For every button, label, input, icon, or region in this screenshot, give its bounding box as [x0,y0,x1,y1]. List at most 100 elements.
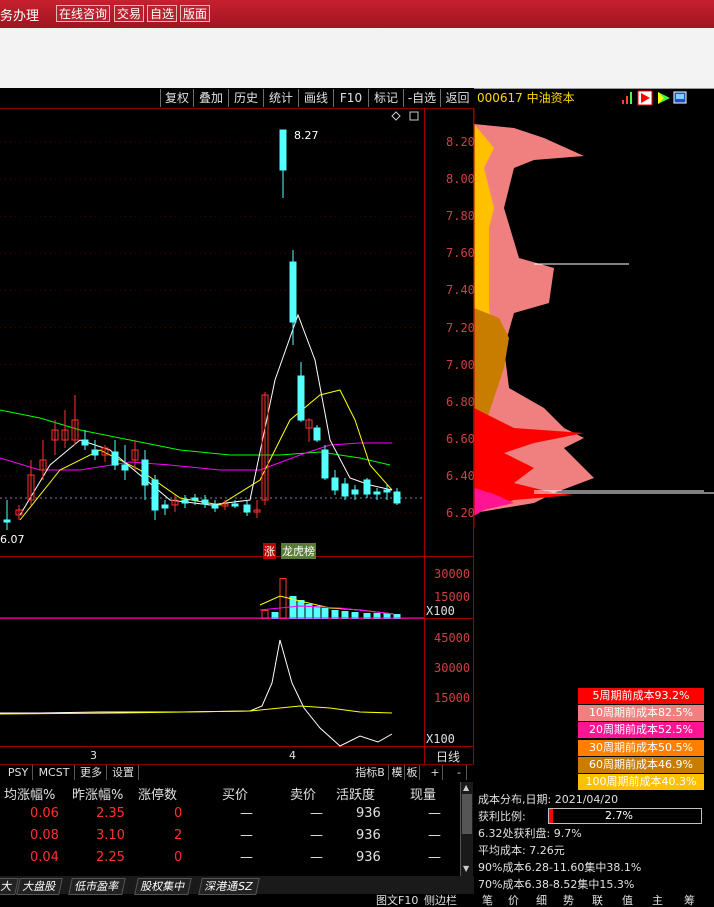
candle[interactable] [289,250,297,345]
candle[interactable] [261,392,269,505]
column-header[interactable]: 活跃度 [336,784,375,803]
candle[interactable] [201,495,209,508]
trade-button[interactable]: 交易 [114,5,145,22]
template-button[interactable]: 模 [390,765,405,780]
diamond-icon[interactable] [391,111,401,121]
tool-f10[interactable]: F10 [333,89,368,107]
column-header[interactable]: 昨涨幅% [72,784,123,803]
tab-more[interactable]: 更多 [76,765,107,780]
candle[interactable] [321,445,329,480]
limit-up-tag[interactable]: 涨 [263,543,276,559]
cost-legend-item[interactable]: 20周期前成本52.5% [578,722,704,739]
candle[interactable] [313,425,321,442]
scroll-up-icon[interactable]: ▲ [463,783,469,792]
arrow-icon[interactable] [658,92,670,104]
side-tab[interactable]: 价 [508,895,519,906]
candle[interactable] [331,470,339,495]
candle[interactable] [351,485,359,500]
column-header[interactable]: 均涨幅% [4,784,55,803]
cost-legend-item[interactable]: 60周期前成本46.9% [578,756,704,773]
volume-bar[interactable] [313,606,321,619]
tool-history[interactable]: 历史 [228,89,263,107]
cost-distribution-chart[interactable] [474,108,714,528]
volume-bar[interactable] [341,611,349,619]
cost-legend-item[interactable]: 5周期前成本93.2% [578,688,704,704]
side-tab[interactable]: 细 [536,895,547,906]
candle[interactable] [151,475,159,520]
side-tab[interactable]: 筹 [684,895,695,906]
tool-remove-watch[interactable]: -自选 [403,89,440,107]
candle[interactable] [373,488,381,500]
scrollbar-thumb[interactable] [462,794,472,834]
screen-icon[interactable] [673,91,687,104]
kline-chart[interactable] [0,108,474,764]
side-tab[interactable]: 侧边栏 [424,895,457,906]
square-icon[interactable] [409,111,419,121]
cost-legend-item[interactable]: 100周期前成本40.3% [578,774,704,790]
period-label[interactable]: 日线 [436,748,460,765]
column-header[interactable]: 现量 [410,784,436,803]
layout-button[interactable]: 版面 [180,5,211,22]
tab-settings[interactable]: 设置 [108,765,139,780]
side-tab[interactable]: 图文F10 [376,895,418,906]
candle[interactable] [341,478,349,500]
candle[interactable] [305,418,313,442]
candle[interactable] [131,440,139,470]
watchlist-button[interactable]: 自选 [147,5,178,22]
candle[interactable] [71,395,79,445]
candle[interactable] [243,500,251,516]
candle[interactable] [211,500,219,512]
candle[interactable] [141,450,149,500]
candle[interactable] [161,500,169,515]
dragon-tiger-tag[interactable]: 龙虎榜 [281,543,316,559]
candle[interactable] [111,440,119,470]
volume-bar[interactable] [261,610,269,619]
tool-overlay[interactable]: 叠加 [193,89,228,107]
column-header[interactable]: 买价 [222,784,248,803]
side-tab[interactable]: 值 [622,895,633,906]
indicator-b-button[interactable]: 指标B [352,765,389,780]
candle[interactable] [3,500,11,530]
side-tab[interactable]: 势 [563,895,574,906]
sector-tab[interactable]: 低市盈率 [68,878,126,895]
column-header[interactable]: 涨停数 [138,784,177,803]
zoom-in-button[interactable]: + [428,765,443,780]
candle[interactable] [51,420,59,455]
side-tab[interactable]: 笔 [482,895,493,906]
sector-tab[interactable]: 深港通SZ [198,878,260,895]
table-scrollbar[interactable]: ▲ ▼ [460,782,473,876]
cost-legend-item[interactable]: 10周期前成本82.5% [578,705,704,722]
side-tab[interactable]: 联 [592,895,603,906]
scroll-down-icon[interactable]: ▼ [463,864,469,873]
candle[interactable] [91,440,99,460]
sector-tab[interactable]: 大盘股 [16,878,63,895]
sector-tab[interactable]: 股权集中 [134,878,192,895]
column-header[interactable]: 卖价 [290,784,316,803]
candle[interactable] [279,129,287,198]
candle[interactable] [81,430,89,450]
signal-icon[interactable] [622,92,632,104]
candle[interactable] [393,488,401,505]
candle[interactable] [171,495,179,512]
tool-mark[interactable]: 标记 [368,89,403,107]
candle[interactable] [181,495,189,508]
candle[interactable] [363,478,371,498]
tab-psy[interactable]: PSY [4,765,33,780]
zoom-out-button[interactable]: - [452,765,467,780]
cost-flag-icon[interactable] [637,90,653,106]
volume-bar[interactable] [331,610,339,619]
side-tab[interactable]: 主 [652,895,663,906]
candle[interactable] [61,410,69,448]
tab-mcst[interactable]: MCST [34,765,75,780]
volume-bar[interactable] [321,608,329,619]
tool-restore-rights[interactable]: 复权 [160,89,193,107]
candle[interactable] [221,500,229,510]
tool-back[interactable]: 返回 [440,89,474,107]
candle[interactable] [253,500,261,518]
tool-statistics[interactable]: 统计 [263,89,298,107]
online-consult-button[interactable]: 在线咨询 [56,5,111,22]
candle[interactable] [297,362,305,422]
volume-bar[interactable] [279,578,287,619]
cost-legend-item[interactable]: 30周期前成本50.5% [578,739,704,756]
tool-draw-line[interactable]: 画线 [298,89,333,107]
